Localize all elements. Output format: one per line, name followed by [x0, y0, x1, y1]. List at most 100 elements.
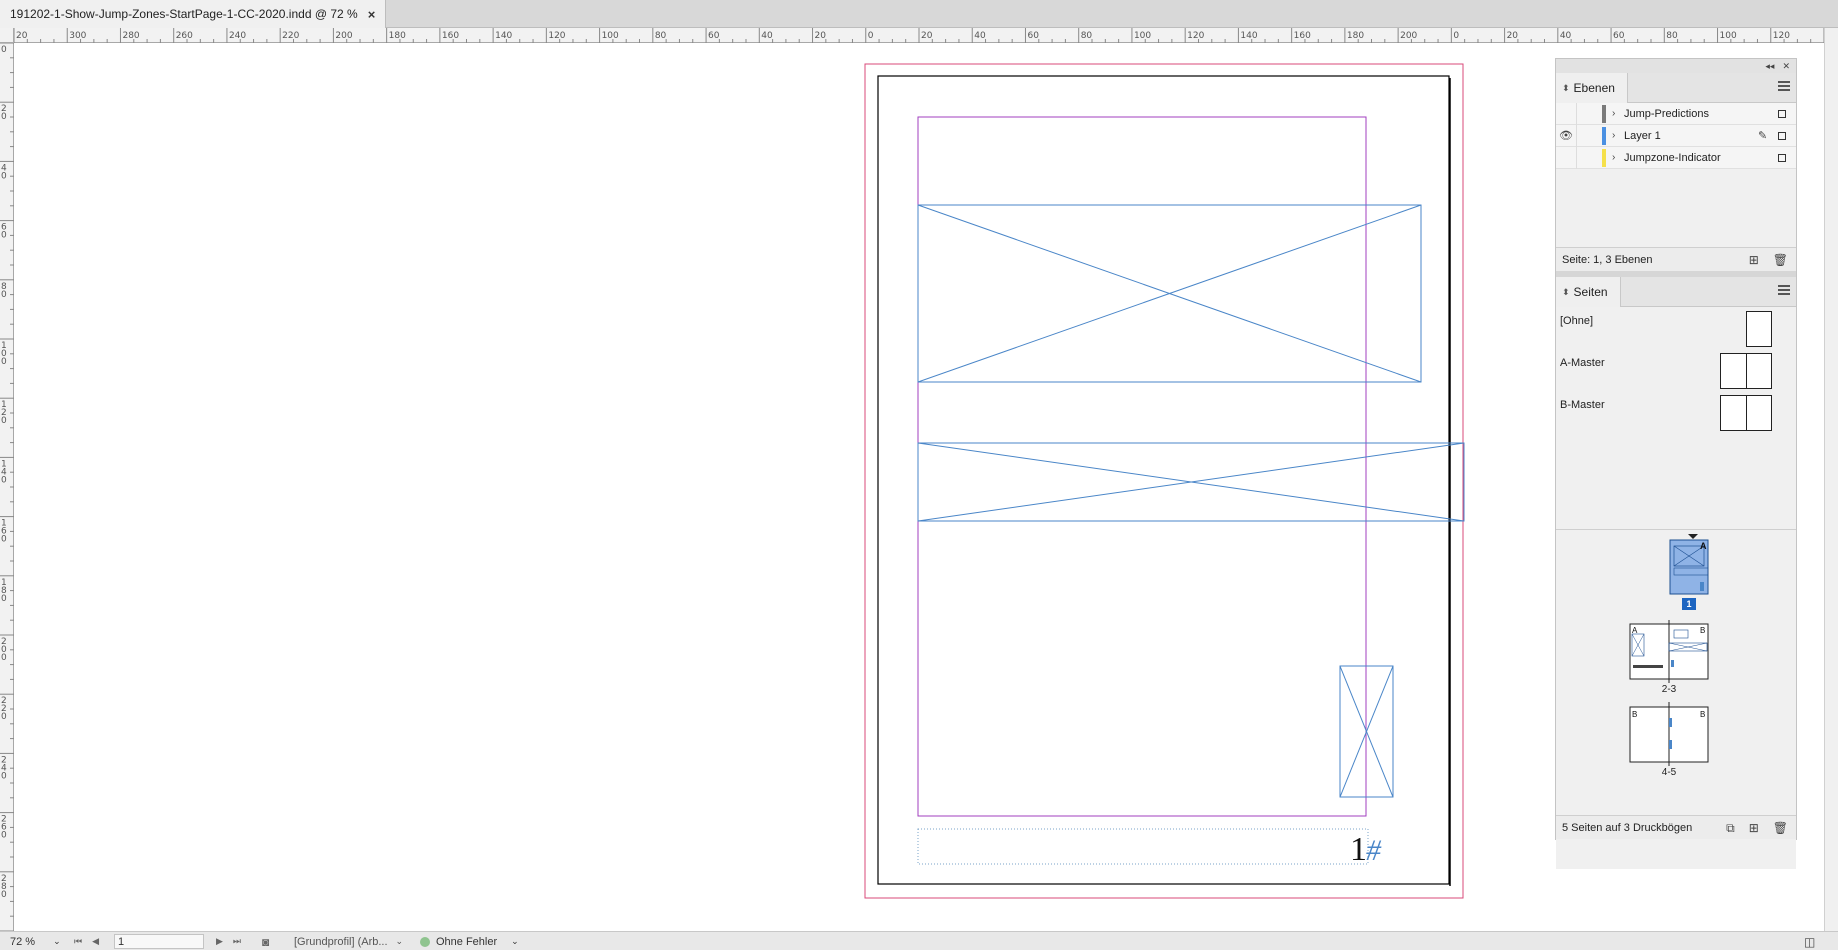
layer-color-swatch: [1602, 104, 1606, 123]
ruler-label: 0: [1, 416, 7, 426]
layer-name[interactable]: Layer 1: [1624, 130, 1758, 142]
master-label[interactable]: [Ohne]: [1560, 315, 1593, 327]
close-icon[interactable]: ×: [368, 7, 376, 22]
expand-arrow-icon[interactable]: ›: [1612, 152, 1624, 163]
preflight-status[interactable]: Ohne Fehler ⌄: [420, 934, 519, 949]
pages-panel-footer: 5 Seiten auf 3 Druckbögen ⧉ ⊞ 🗑: [1556, 815, 1796, 839]
new-layer-icon[interactable]: ⊞: [1749, 253, 1759, 267]
master-label[interactable]: B-Master: [1560, 399, 1605, 411]
panel-menu-icon[interactable]: [1778, 81, 1790, 93]
ruler-label: 60: [1613, 31, 1625, 41]
horizontal-ruler[interactable]: 20 300 280 260 240 220 200 180 160 140 120 100 80 60 4…: [14, 28, 1824, 43]
lock-toggle[interactable]: [1576, 124, 1596, 147]
ruler-label: 0: [1, 535, 7, 545]
document-tab[interactable]: 191202-1-Show-Jump-Zones-StartPage-1-CC-…: [0, 0, 387, 28]
preflight-profile-label[interactable]: [Grundprofil] (Arb...: [294, 936, 388, 948]
ruler-label: 60: [1027, 31, 1039, 41]
layer-row[interactable]: › Jump-Predictions: [1556, 102, 1796, 125]
ruler-label: 140: [495, 31, 512, 41]
chevron-down-icon[interactable]: ⌄: [511, 936, 519, 947]
ruler-origin[interactable]: [0, 28, 14, 43]
layer-select-square[interactable]: [1778, 109, 1786, 118]
ruler-label: 180: [1347, 31, 1364, 41]
ruler-label: 0: [1, 890, 7, 900]
layer-row[interactable]: 👁 › Layer 1 ✎: [1556, 124, 1796, 147]
master-thumbnail[interactable]: [1720, 395, 1772, 431]
chevron-down-icon[interactable]: ⌄: [53, 936, 61, 947]
layers-status-text: Seite: 1, 3 Ebenen: [1562, 253, 1653, 266]
page-number-field[interactable]: 1: [114, 934, 204, 949]
master-thumbnail[interactable]: [1720, 353, 1772, 389]
ruler-label: 80: [1081, 31, 1093, 41]
next-page-icon[interactable]: ▶: [216, 936, 223, 947]
lock-toggle[interactable]: [1576, 146, 1596, 169]
expand-arrow-icon[interactable]: ›: [1612, 108, 1624, 119]
layer-select-square[interactable]: [1778, 153, 1786, 162]
vertical-ruler[interactable]: 020406080100120140160180200220240260280: [0, 43, 14, 931]
vertical-scrollbar[interactable]: [1824, 28, 1838, 931]
spread-2-3-number: 2-3: [1661, 684, 1677, 695]
tab-seiten[interactable]: ⬍ Seiten: [1556, 277, 1621, 307]
layer-name[interactable]: Jump-Predictions: [1624, 108, 1758, 120]
page-size-icon[interactable]: ⧉: [1726, 821, 1735, 836]
master-row[interactable]: A-Master: [1556, 351, 1796, 393]
layer-name[interactable]: Jumpzone-Indicator: [1624, 152, 1758, 164]
current-page-indicator: [1688, 534, 1698, 539]
last-page-icon[interactable]: ⏭: [233, 936, 241, 947]
first-page-icon[interactable]: ⏮: [74, 936, 82, 947]
ruler-label: 40: [761, 31, 773, 41]
zoom-value[interactable]: 72 %: [10, 936, 35, 948]
expand-arrow-icon[interactable]: ›: [1612, 130, 1624, 141]
document-tab-title[interactable]: 191202-1-Show-Jump-Zones-StartPage-1-CC-…: [10, 7, 358, 21]
layers-empty-area: [1556, 169, 1796, 247]
spread-4-left-letter: B: [1632, 710, 1637, 719]
master-thumbnail[interactable]: [1746, 311, 1772, 347]
master-row[interactable]: B-Master: [1556, 393, 1796, 435]
ruler-label: 0: [1, 594, 7, 604]
ruler-label: 0: [1, 653, 7, 663]
page-number-value[interactable]: 1: [118, 936, 124, 948]
panel-toggle-icon: ⬍: [1562, 82, 1570, 93]
spread-2-left-letter: A: [1632, 626, 1638, 635]
page-boundary[interactable]: [877, 75, 1450, 885]
previous-page-icon[interactable]: ◀: [92, 936, 99, 947]
lock-toggle[interactable]: [1576, 102, 1596, 125]
page-1-number: 1: [1682, 598, 1696, 610]
pages-panel-header: ⬍ Seiten: [1556, 277, 1796, 307]
layer-color-swatch: [1602, 148, 1606, 167]
status-ok-icon: [420, 936, 430, 947]
trash-icon[interactable]: 🗑: [1773, 253, 1788, 267]
spread-4-5-thumb[interactable]: B B: [1629, 702, 1709, 766]
document-page-canvas: 1 #: [864, 63, 1465, 899]
preflight-status-label[interactable]: Ohne Fehler: [436, 936, 497, 948]
master-row[interactable]: [Ohne]: [1556, 309, 1796, 351]
new-page-icon[interactable]: ⊞: [1749, 821, 1759, 836]
panel-toggle-icon: ⬍: [1562, 286, 1570, 297]
trash-icon[interactable]: 🗑: [1773, 821, 1788, 836]
split-window-icon[interactable]: ◫: [1804, 934, 1815, 949]
layers-panel-footer: Seite: 1, 3 Ebenen ⊞ 🗑: [1556, 247, 1796, 271]
ruler-label: 200: [335, 31, 352, 41]
tab-ebenen[interactable]: ⬍ Ebenen: [1556, 73, 1628, 103]
zoom-field[interactable]: 72 % ⌄: [10, 934, 61, 949]
layers-list: › Jump-Predictions 👁 › Layer 1 ✎ › Jumpzone-Ind…: [1556, 102, 1796, 169]
open-page-icon[interactable]: ◙: [262, 934, 269, 949]
layer-select-square[interactable]: [1778, 131, 1786, 140]
pasteboard[interactable]: 1 #: [14, 43, 1824, 931]
master-label[interactable]: A-Master: [1560, 357, 1605, 369]
preflight-profile[interactable]: [Grundprofil] (Arb... ⌄: [294, 934, 403, 949]
spread-2-right-letter: B: [1700, 626, 1705, 635]
page-1-thumb[interactable]: A: [1669, 539, 1709, 595]
ruler-label: 100: [1134, 31, 1151, 41]
spread-2-3-thumb[interactable]: A B: [1629, 620, 1709, 683]
chevron-down-icon[interactable]: ⌄: [396, 936, 404, 947]
close-dock-icon[interactable]: ✕: [1782, 61, 1790, 72]
panel-menu-icon[interactable]: [1778, 285, 1790, 297]
ruler-label: 260: [176, 31, 193, 41]
layers-panel-title: Ebenen: [1573, 81, 1615, 95]
pages-panel-title: Seiten: [1573, 285, 1608, 299]
layer-row[interactable]: › Jumpzone-Indicator: [1556, 146, 1796, 169]
collapse-panels-icon[interactable]: ◂◂: [1765, 61, 1774, 72]
page-1-master-letter: A: [1700, 541, 1707, 551]
visibility-eye-icon[interactable]: 👁: [1556, 129, 1576, 142]
